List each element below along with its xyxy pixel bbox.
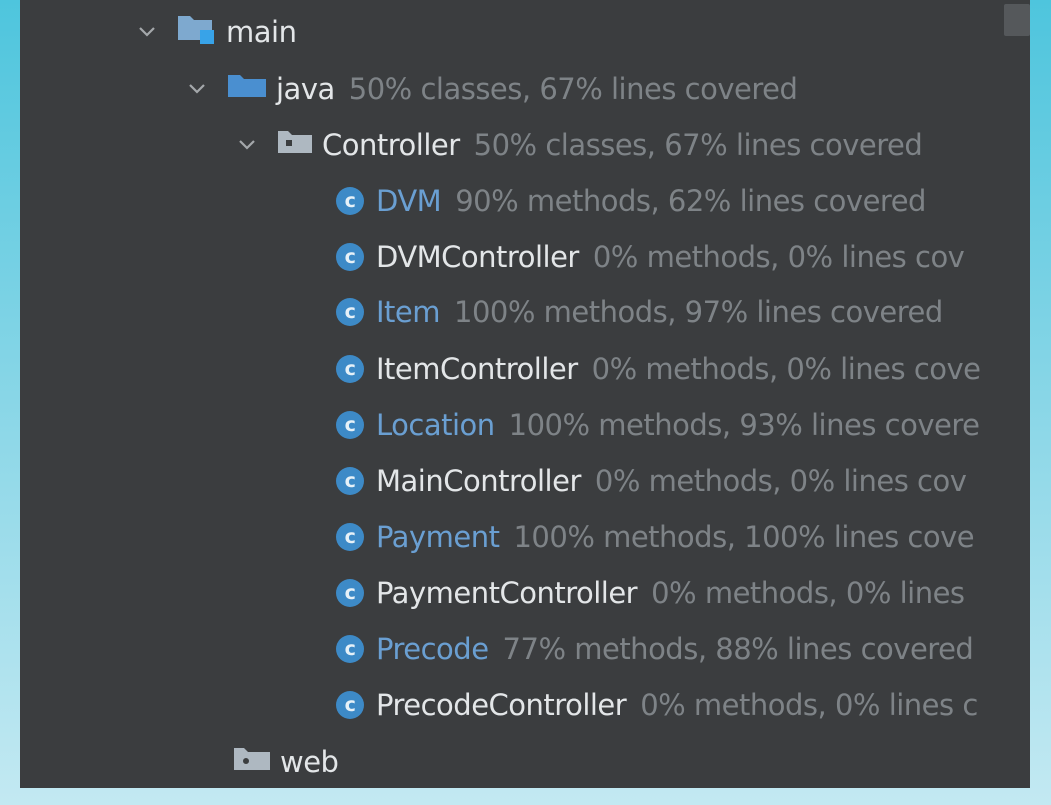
class-icon: c [336,467,364,495]
tree-node-label: Controller [322,128,460,162]
class-name: ItemController [376,352,578,386]
folder-icon [182,770,222,788]
class-name: DVM [376,184,442,218]
class-name: Precode [376,632,489,666]
class-icon: c [336,523,364,551]
coverage-summary: 0% methods, 0% lines cove [591,352,981,386]
chevron-down-icon[interactable] [182,83,212,95]
class-icon: c [336,579,364,607]
coverage-summary: 90% methods, 62% lines covered [455,184,926,218]
class-node-paymentcontroller[interactable]: c PaymentController 0% methods, 0% lines [336,568,965,618]
module-folder-icon [176,12,218,53]
web-folder-icon [232,744,272,781]
tree-node-label: web [280,745,339,779]
class-node-dvm[interactable]: c DVM 90% methods, 62% lines covered [336,176,926,226]
class-node-location[interactable]: c Location 100% methods, 93% lines cover… [336,400,980,450]
chevron-down-icon[interactable] [232,139,262,151]
coverage-summary: 0% methods, 0% lines [651,576,965,610]
coverage-summary: 50% classes, 67% lines covered [473,128,923,162]
scrollbar-track[interactable] [1002,0,1030,788]
tree-node-label: main [226,15,297,49]
class-node-dvmcontroller[interactable]: c DVMController 0% methods, 0% lines cov [336,232,965,282]
coverage-summary: 100% methods, 97% lines covered [454,295,943,329]
class-node-precodecontroller[interactable]: c PrecodeController 0% methods, 0% lines… [336,680,978,730]
class-node-maincontroller[interactable]: c MainController 0% methods, 0% lines co… [336,456,967,506]
coverage-summary: 0% methods, 0% lines cov [594,464,967,498]
coverage-summary: 50% classes, 67% lines covered [348,72,798,106]
tree-node-java[interactable]: java 50% classes, 67% lines covered [182,64,798,114]
package-icon [276,127,314,164]
class-node-itemcontroller[interactable]: c ItemController 0% methods, 0% lines co… [336,344,981,394]
class-node-precode[interactable]: c Precode 77% methods, 88% lines covered [336,624,974,674]
class-name: Payment [376,520,500,554]
class-name: PrecodeController [376,688,627,722]
class-name: Item [376,295,441,329]
chevron-down-icon[interactable] [132,26,162,38]
class-node-payment[interactable]: c Payment 100% methods, 100% lines cove [336,512,975,562]
class-icon: c [336,243,364,271]
coverage-summary: 100% methods, 93% lines covere [508,408,980,442]
class-name: MainController [376,464,581,498]
source-folder-icon [226,71,268,108]
class-icon: c [336,691,364,719]
class-icon: c [336,187,364,215]
class-icon: c [336,355,364,383]
tree-node-controller[interactable]: Controller 50% classes, 67% lines covere… [232,120,923,170]
scrollbar-thumb[interactable] [1004,4,1030,36]
class-name: DVMController [376,240,579,274]
tree-node-web[interactable]: web [232,737,339,787]
tree-node-partial [182,782,230,788]
coverage-summary: 0% methods, 0% lines c [640,688,978,722]
class-icon: c [336,635,364,663]
class-icon: c [336,298,364,326]
class-node-item[interactable]: c Item 100% methods, 97% lines covered [336,287,943,337]
coverage-summary: 100% methods, 100% lines cove [513,520,975,554]
class-name: PaymentController [376,576,638,610]
tree-node-label: java [276,72,335,106]
coverage-summary: 77% methods, 88% lines covered [502,632,974,666]
tree-node-main[interactable]: main [132,7,297,57]
class-name: Location [376,408,495,442]
class-icon: c [336,411,364,439]
project-tree-panel: main java 50% classes, 67% lines covered… [20,0,1030,788]
coverage-summary: 0% methods, 0% lines cov [592,240,965,274]
